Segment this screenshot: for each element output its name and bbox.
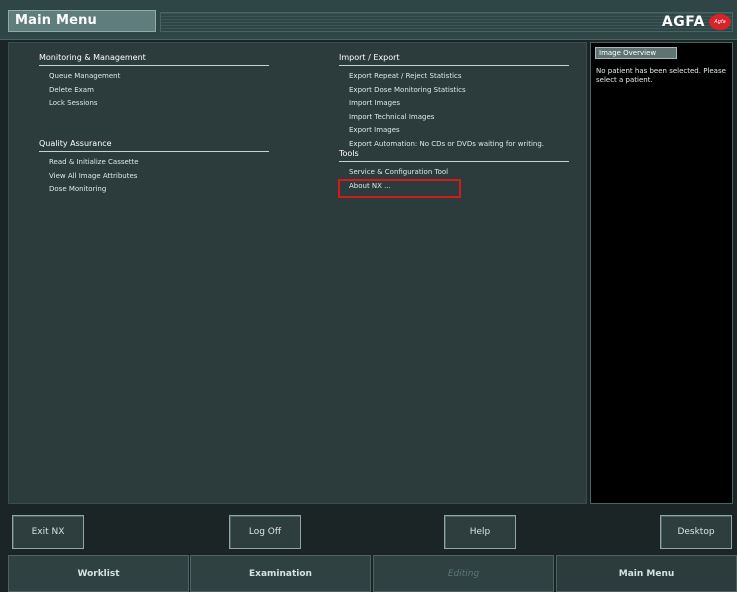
main-menu-panel: Monitoring & Management Queue Management… [8,42,587,504]
menu-item-view-image-attributes[interactable]: View All Image Attributes [39,170,269,184]
image-overview-panel: Image Overview No patient has been selec… [590,42,733,504]
agfa-logo: AGFA Agfa [662,12,731,32]
menu-item-queue-management[interactable]: Queue Management [39,70,269,84]
agfa-logo-text: AGFA [661,14,705,30]
section-title-import-export: Import / Export [339,53,569,66]
menu-item-lock-sessions[interactable]: Lock Sessions [39,97,269,111]
menu-item-service-configuration-tool[interactable]: Service & Configuration Tool [339,166,569,180]
exit-nx-button[interactable]: Exit NX [12,515,84,549]
image-overview-tab[interactable]: Image Overview [595,47,677,59]
desktop-button[interactable]: Desktop [660,515,732,549]
agfa-logo-icon: Agfa [709,14,731,30]
menu-item-export-images[interactable]: Export Images [339,124,569,138]
menu-item-export-repeat-reject[interactable]: Export Repeat / Reject Statistics [339,70,569,84]
menu-item-import-technical-images[interactable]: Import Technical Images [339,111,569,125]
log-off-button[interactable]: Log Off [229,515,301,549]
tab-examination[interactable]: Examination [190,555,371,592]
tab-editing: Editing [373,555,554,592]
no-patient-message: No patient has been selected. Please sel… [596,67,726,84]
section-title-tools: Tools [339,149,569,162]
title-bar: Main Menu AGFA Agfa [0,0,737,40]
tab-worklist[interactable]: Worklist [8,555,189,592]
menu-item-export-dose-monitoring[interactable]: Export Dose Monitoring Statistics [339,84,569,98]
title-stripe [160,12,733,32]
section-title-quality: Quality Assurance [39,139,269,152]
page-title: Main Menu [8,10,156,32]
menu-item-dose-monitoring[interactable]: Dose Monitoring [39,183,269,197]
menu-item-delete-exam[interactable]: Delete Exam [39,84,269,98]
section-title-monitoring: Monitoring & Management [39,53,269,66]
menu-item-import-images[interactable]: Import Images [339,97,569,111]
help-button[interactable]: Help [444,515,516,549]
section-quality: Quality Assurance Read & Initialize Cass… [39,139,269,197]
about-nx-highlight [338,179,461,198]
bottom-tab-bar: Worklist Examination Editing Main Menu [0,553,737,592]
tab-main-menu[interactable]: Main Menu [556,555,737,592]
section-import-export: Import / Export Export Repeat / Reject S… [339,53,569,151]
menu-item-read-initialize-cassette[interactable]: Read & Initialize Cassette [39,156,269,170]
section-monitoring: Monitoring & Management Queue Management… [39,53,269,111]
